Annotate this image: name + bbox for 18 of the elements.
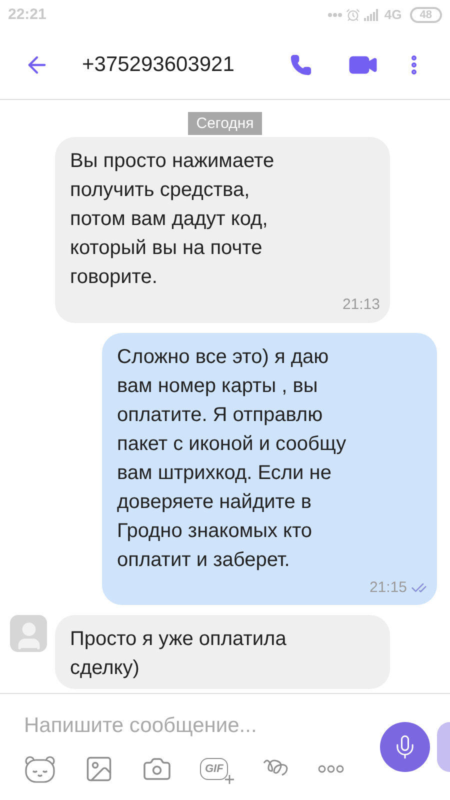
avatar-icon xyxy=(10,615,47,652)
message-text: Вы просто нажимаете получить средства, потом вам дадут код, который вы на почте говорите. xyxy=(70,149,276,290)
alarm-icon xyxy=(346,8,360,22)
voice-message-button[interactable] xyxy=(380,722,430,772)
message-text: Сложно все это) я даю вам номер карты , вы оплатите. Я отправлю пакет с иконой и сообщу вам штрихкод. Если не доверяете найдите в Гродно знакомых кто оплатит и заберет. xyxy=(117,344,348,572)
message-time: 21:15 xyxy=(369,578,407,598)
date-chip: Сегодня xyxy=(188,112,262,135)
contact-title: +375293603921 xyxy=(82,52,234,78)
message-text: Просто я уже оплатила сделку) xyxy=(70,627,288,681)
secondary-action-button[interactable] xyxy=(437,722,450,772)
bear-face-icon[interactable] xyxy=(24,754,56,783)
message-time: 21:13 xyxy=(342,295,380,315)
signal-icon xyxy=(364,9,380,21)
message-input[interactable]: Напишите сообщение... xyxy=(24,710,354,742)
dots-icon xyxy=(328,13,342,17)
more-dots-icon[interactable] xyxy=(318,764,344,773)
plus-icon xyxy=(225,774,234,784)
call-button[interactable] xyxy=(290,54,312,76)
